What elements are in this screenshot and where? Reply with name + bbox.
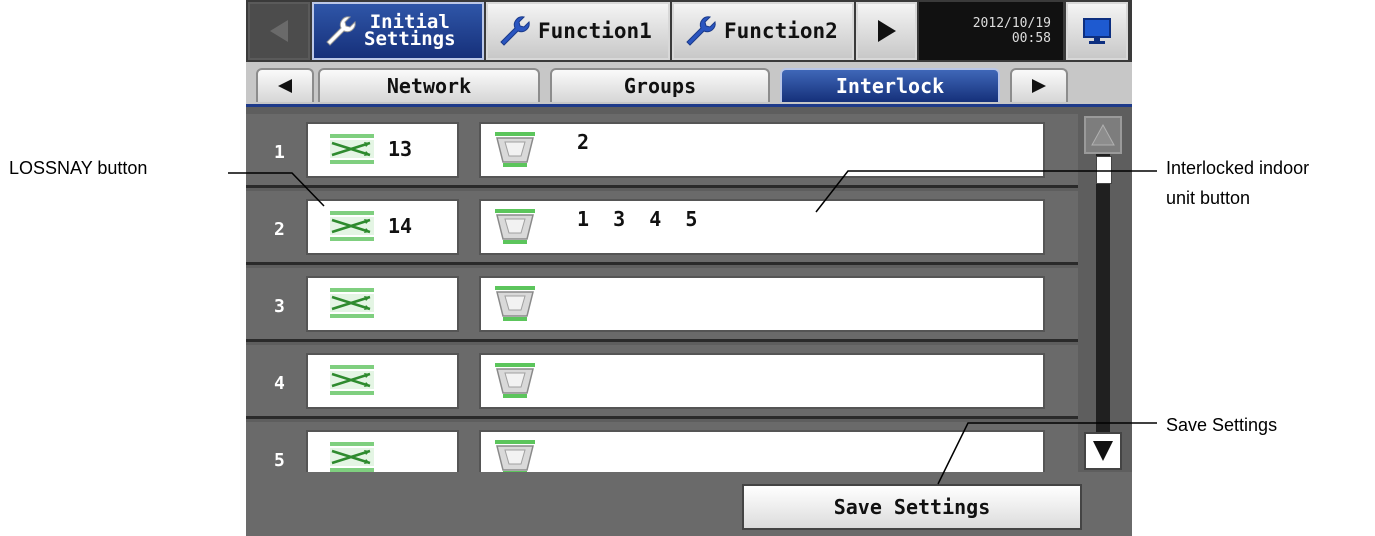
callout-leaders bbox=[228, 170, 1157, 485]
